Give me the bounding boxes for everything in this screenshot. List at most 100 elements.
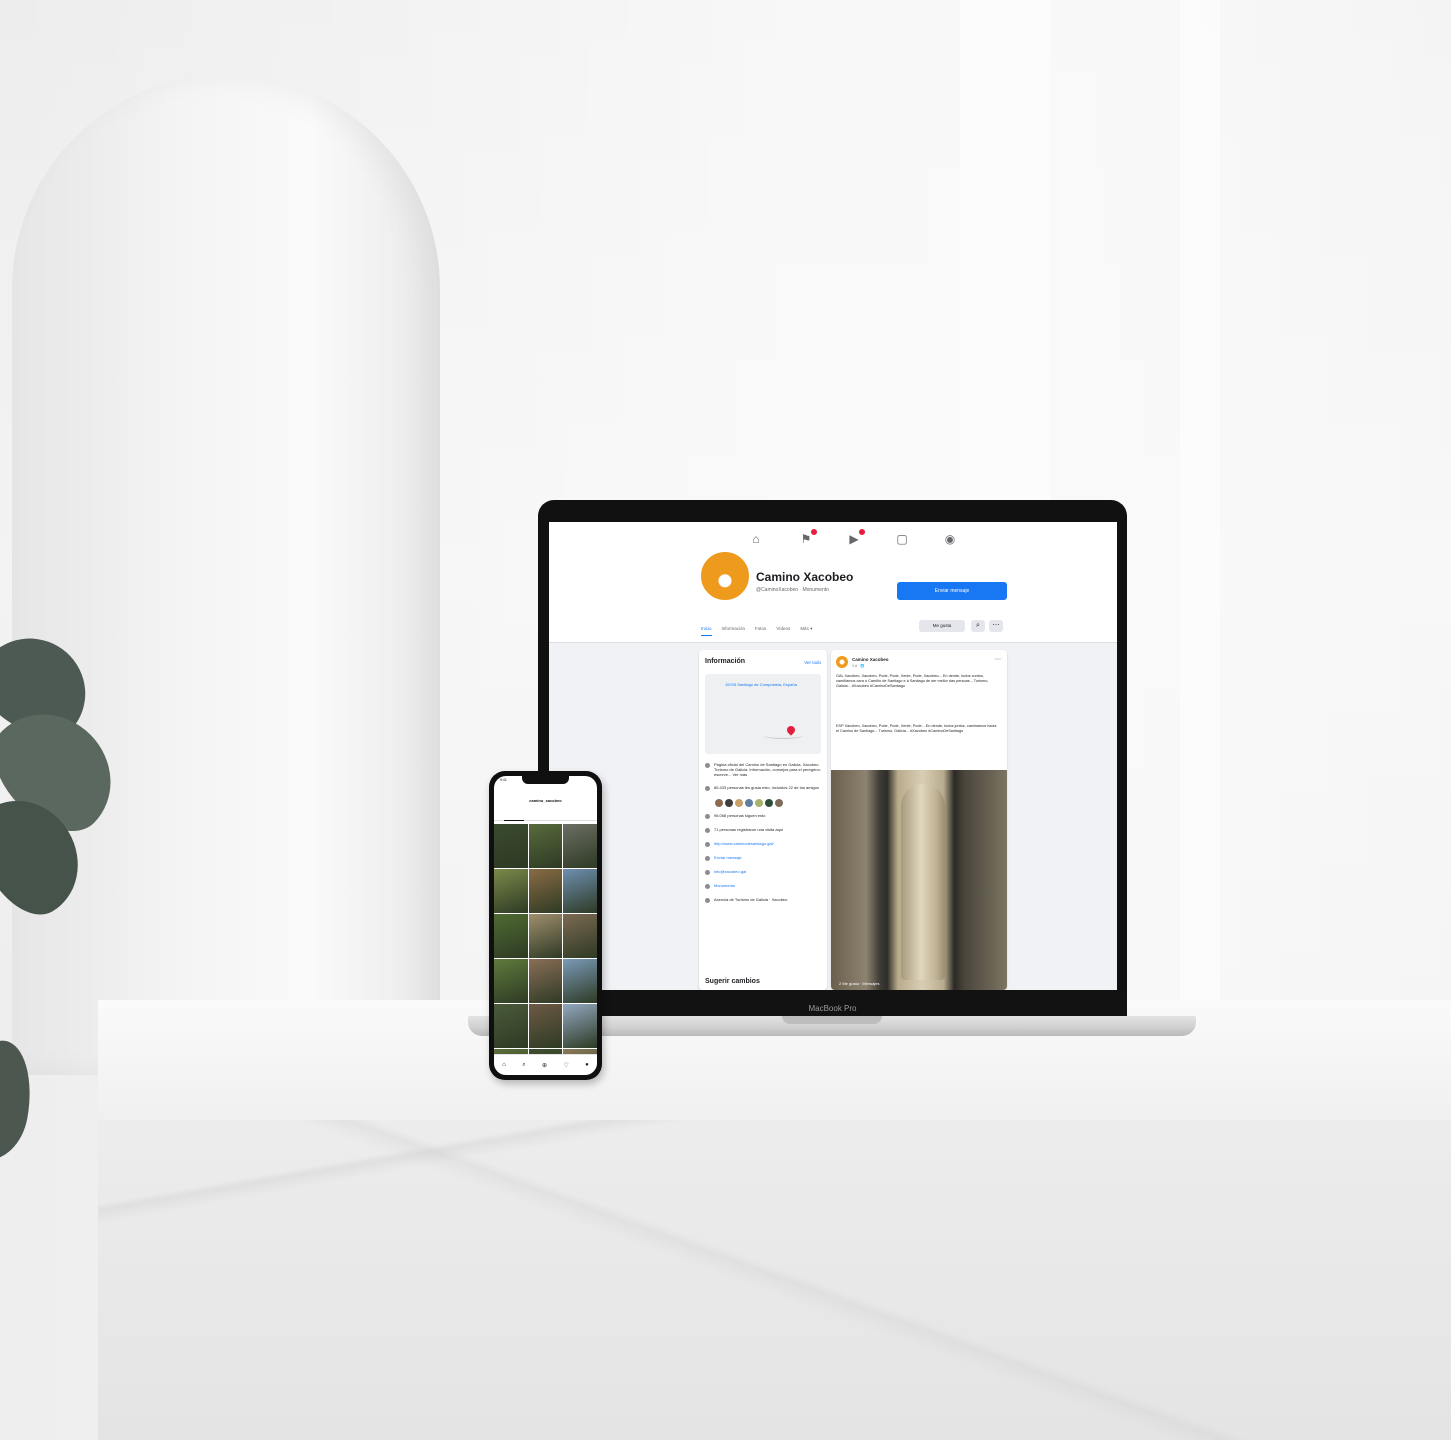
like-button[interactable]: Me gusta <box>919 620 965 632</box>
facebook-top-nav: ⌂ ⚑ ▶ ▢ ◉ <box>549 522 1117 557</box>
friend-avatars <box>715 799 823 807</box>
info-title: Información <box>705 658 746 665</box>
see-all-link[interactable]: Ver todo <box>804 660 821 665</box>
phone-screen: 9:41 camino_xacobeo ⌂ ⌕ ⊕ ♡ ● <box>494 776 597 1075</box>
phone: 9:41 camino_xacobeo ⌂ ⌕ ⊕ ♡ ● <box>489 771 602 1080</box>
home-icon[interactable]: ⌂ <box>502 1062 506 1068</box>
page-title: Camino Xacobeo <box>756 570 854 584</box>
post-meta: 1 d · 🌐 <box>852 664 865 668</box>
admin-icon <box>705 898 710 903</box>
phone-bottom-nav: ⌂ ⌕ ⊕ ♡ ● <box>494 1054 597 1075</box>
page-handle: @CaminoXacobeo · Monumento <box>756 587 829 593</box>
info-row-text: Página oficial del Camino de Santiago en… <box>714 762 821 777</box>
add-icon[interactable]: ⊕ <box>542 1062 547 1069</box>
photo-tile[interactable] <box>563 1004 597 1048</box>
info-row: 71 personas registraron una visita aquí <box>705 827 823 833</box>
laptop-label: MacBook Pro <box>808 1004 857 1013</box>
home-icon[interactable]: ⌂ <box>749 532 763 546</box>
photo-tile[interactable] <box>494 869 528 913</box>
laptop-screen: ⌂ ⚑ ▶ ▢ ◉ Camino Xacobeo @CaminoXacobeo … <box>549 522 1117 990</box>
map-address[interactable]: 15705 Santiago de Compostela, España <box>725 682 805 687</box>
photo-tile[interactable] <box>563 914 597 958</box>
tab-home[interactable]: Inicio <box>701 626 712 636</box>
avatar[interactable] <box>745 799 753 807</box>
photo-tile[interactable] <box>528 1004 563 1048</box>
photo-tile[interactable] <box>528 959 563 1003</box>
category-icon <box>705 884 710 889</box>
photo-tile[interactable] <box>494 914 528 958</box>
more-options-icon[interactable]: ⋯ <box>989 620 1003 632</box>
photo-tile[interactable] <box>528 869 563 913</box>
info-row: Axencia de Turismo de Galicia · Xacobeo <box>705 897 823 903</box>
profile-tabs <box>494 810 597 821</box>
photo-tile[interactable] <box>563 959 597 1003</box>
page-logo[interactable] <box>699 550 751 602</box>
search-icon[interactable]: ⌕ <box>971 620 985 632</box>
website-link[interactable]: http://www.caminodesantiago.gal/ <box>714 841 774 846</box>
info-icon <box>705 763 710 768</box>
location-map[interactable]: 15705 Santiago de Compostela, España <box>705 674 821 754</box>
photo-tile[interactable] <box>494 824 528 868</box>
post-image[interactable]: 2 Me gusta · Mensajes <box>831 770 1007 990</box>
tab-videos[interactable]: Vídeos <box>776 626 790 636</box>
photo-grid <box>494 824 597 1075</box>
info-row-text: 85.433 personas les gusta esto, incluido… <box>714 785 819 790</box>
laptop-chin: MacBook Pro <box>538 990 1127 1016</box>
category-link[interactable]: Monumento <box>714 883 735 888</box>
post-avatar[interactable] <box>836 656 848 668</box>
phone-status-time: 9:41 <box>500 778 507 782</box>
grid-tab-indicator[interactable] <box>504 820 524 821</box>
tab-info[interactable]: Información <box>722 626 746 636</box>
post-card: Camino Xacobeo 1 d · 🌐 ⋯ GAL Xacobeo, Xa… <box>831 650 1007 990</box>
info-row: Monumento <box>705 883 823 889</box>
followers-icon <box>705 814 710 819</box>
info-row: 96.058 personas siguen esto <box>705 813 823 819</box>
info-row-text: Axencia de Turismo de Galicia · Xacobeo <box>714 897 788 902</box>
photo-tile[interactable] <box>563 824 597 868</box>
video-icon[interactable]: ▶ <box>847 529 865 546</box>
flag-icon[interactable]: ⚑ <box>799 529 817 546</box>
email-icon <box>705 870 710 875</box>
info-row: 85.433 personas les gusta esto, incluido… <box>705 785 823 791</box>
photo-tile[interactable] <box>528 824 563 868</box>
send-message-button[interactable]: Enviar mensaje <box>897 582 1007 600</box>
notification-badge <box>811 529 817 535</box>
profile-icon[interactable]: ● <box>585 1062 589 1068</box>
store-icon[interactable]: ▢ <box>895 532 909 546</box>
info-row: info@xacobeo.gal <box>705 869 823 875</box>
post-text-gl: GAL Xacobeo, Xacobeo, Pode, Pode, Xente,… <box>836 674 989 688</box>
phone-notch <box>522 776 569 784</box>
messenger-icon <box>705 856 710 861</box>
info-row-text: 71 personas registraron una visita aquí <box>714 827 784 832</box>
info-row: Enviar mensaje <box>705 855 823 861</box>
groups-icon[interactable]: ◉ <box>943 532 957 546</box>
tab-photos[interactable]: Fotos <box>755 626 766 636</box>
photo-tile[interactable] <box>494 959 528 1003</box>
post-author[interactable]: Camino Xacobeo <box>852 657 889 662</box>
post-options-icon[interactable]: ⋯ <box>995 656 1001 663</box>
avatar[interactable] <box>755 799 763 807</box>
search-icon[interactable]: ⌕ <box>522 1062 525 1069</box>
page-tabs: Inicio Información Fotos Vídeos Más ▾ <box>701 626 812 636</box>
like-icon <box>705 786 710 791</box>
email-link[interactable]: info@xacobeo.gal <box>714 869 746 874</box>
info-row: http://www.caminodesantiago.gal/ <box>705 841 823 847</box>
info-card: Información Ver todo 15705 Santiago de C… <box>699 650 827 990</box>
info-row-text: 96.058 personas siguen esto <box>714 813 766 818</box>
avatar[interactable] <box>765 799 773 807</box>
laptop-opening-notch <box>782 1016 882 1024</box>
message-link[interactable]: Enviar mensaje <box>714 855 742 860</box>
photo-tile[interactable] <box>494 1004 528 1048</box>
tab-more[interactable]: Más ▾ <box>800 626 812 636</box>
checkin-icon <box>705 828 710 833</box>
suggest-changes-heading[interactable]: Sugerir cambios <box>705 978 760 985</box>
avatar[interactable] <box>725 799 733 807</box>
info-rows: Página oficial del Camino de Santiago en… <box>705 762 823 911</box>
avatar[interactable] <box>715 799 723 807</box>
avatar[interactable] <box>775 799 783 807</box>
photo-tile[interactable] <box>528 914 563 958</box>
heart-icon[interactable]: ♡ <box>563 1062 568 1069</box>
avatar[interactable] <box>735 799 743 807</box>
photo-tile[interactable] <box>563 869 597 913</box>
window-light <box>1180 0 1220 1000</box>
